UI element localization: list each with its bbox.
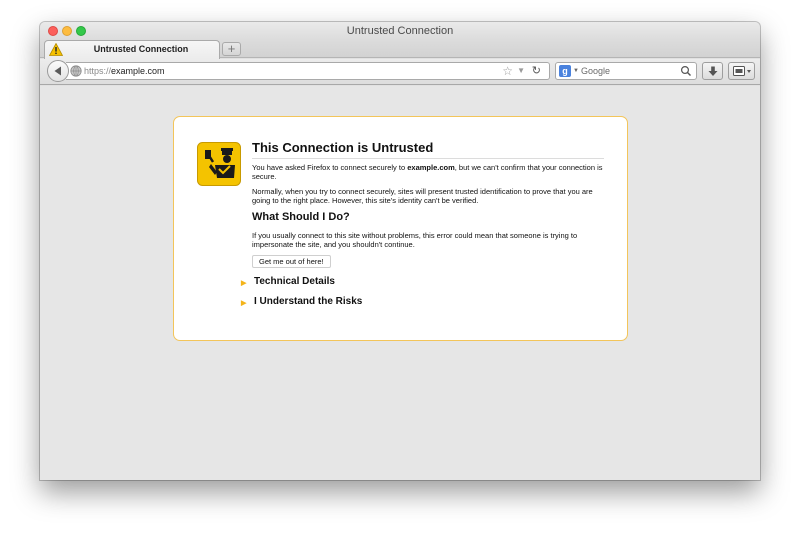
understand-risks-label: I Understand the Risks — [254, 296, 363, 307]
error-explanation: Normally, when you try to connect secure… — [252, 187, 593, 205]
expand-arrow-icon: ▶ — [241, 280, 247, 287]
search-bar[interactable]: g ▼ — [555, 62, 697, 80]
navigation-toolbar: https://example.com ☆ ▼ ↻ g ▼ — [40, 59, 760, 85]
reload-icon[interactable]: ↻ — [532, 64, 541, 78]
page-content: This Connection is Untrusted You have as… — [40, 86, 760, 480]
google-icon[interactable]: g — [559, 65, 571, 77]
warning-icon — [49, 43, 63, 56]
error-box: This Connection is Untrusted You have as… — [173, 116, 628, 341]
title-bar: Untrusted Connection — [40, 22, 760, 40]
search-icon[interactable] — [680, 64, 692, 78]
new-tab-button[interactable]: + — [222, 42, 241, 56]
window-title: Untrusted Connection — [346, 25, 454, 37]
get-me-out-button[interactable]: Get me out of here! — [252, 255, 331, 268]
what-should-i-do-heading: What Should I Do? — [252, 211, 350, 223]
advice-text: If you usually connect to this site with… — [252, 231, 578, 249]
tab-strip: Untrusted Connection + — [40, 40, 760, 59]
browser-window: Untrusted Connection Untrusted Connectio… — [40, 22, 760, 480]
menu-button[interactable] — [728, 62, 755, 80]
download-icon — [708, 66, 718, 76]
technical-details-label: Technical Details — [254, 276, 335, 287]
error-description-start: You have asked Firefox to connect secure… — [252, 163, 408, 172]
url-bar[interactable]: https://example.com ☆ ▼ ↻ — [66, 62, 550, 80]
maximize-window-button[interactable] — [76, 26, 86, 36]
history-dropdown-icon[interactable]: ▼ — [517, 64, 525, 78]
search-input[interactable] — [581, 64, 677, 78]
error-title: This Connection is Untrusted — [252, 140, 604, 159]
back-arrow-icon — [54, 66, 61, 76]
globe-icon — [70, 65, 82, 77]
error-domain: example.com — [407, 163, 455, 172]
url-text[interactable]: https://example.com — [84, 63, 165, 79]
bookmark-star-icon[interactable]: ☆ — [502, 64, 513, 78]
url-scheme: https:// — [84, 66, 112, 76]
policeman-icon — [197, 142, 241, 186]
expand-arrow-icon: ▶ — [241, 300, 247, 307]
url-host: example.com — [111, 66, 165, 76]
tab-untrusted-connection[interactable]: Untrusted Connection — [44, 40, 220, 59]
tab-title: Untrusted Connection — [93, 44, 189, 54]
download-button[interactable] — [702, 62, 723, 80]
minimize-window-button[interactable] — [62, 26, 72, 36]
search-engine-dropdown-icon[interactable]: ▼ — [573, 64, 579, 78]
menu-icon — [733, 66, 751, 76]
error-description: You have asked Firefox to connect secure… — [252, 163, 607, 181]
back-button[interactable] — [47, 60, 69, 82]
close-window-button[interactable] — [48, 26, 58, 36]
